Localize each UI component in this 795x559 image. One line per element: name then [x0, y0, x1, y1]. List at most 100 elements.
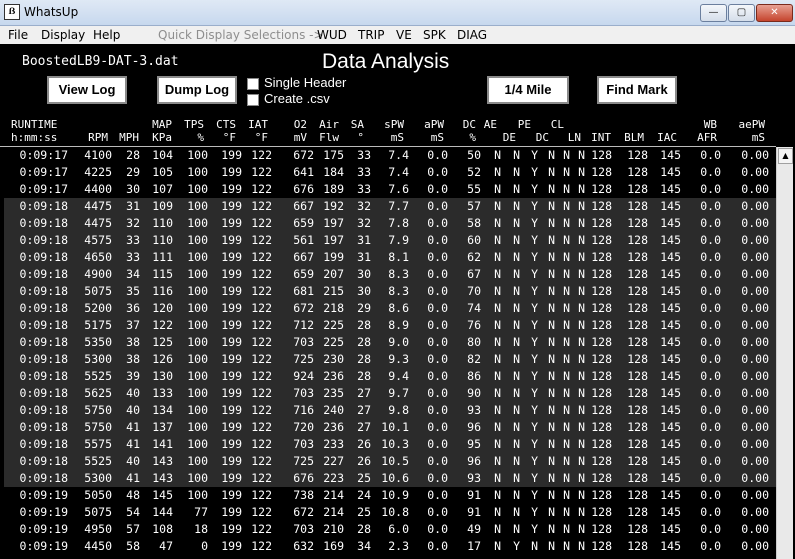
table-row[interactable]: 0:09:18 4575 33 110 100 199 122 561 197 31 7.9 0.0 6… [4, 232, 776, 249]
table-cell: 27 [357, 403, 371, 417]
table-cell: N [563, 199, 570, 213]
table-row[interactable]: 0:09:18 5200 36 120 100 199 122 672 218 29 8.6 0.0 7… [4, 300, 776, 317]
table-cell: 47 [159, 539, 173, 553]
table-cell: 24 [357, 488, 371, 502]
table-row[interactable]: 0:09:18 5525 39 130 100 199 122 924 236 28 9.4 0.0 8… [4, 368, 776, 385]
table-cell: N [548, 165, 555, 179]
table-cell: N [578, 522, 585, 536]
table-row[interactable]: 0:09:18 4650 33 111 100 199 122 667 199 31 8.1 0.0 6… [4, 249, 776, 266]
table-cell: 143 [152, 454, 173, 468]
table-cell: 0.00 [741, 471, 769, 485]
table-cell: 32 [126, 216, 140, 230]
table-cell: 214 [323, 488, 344, 502]
table-cell: 5200 [84, 301, 112, 315]
menu-ve[interactable]: VE [396, 28, 412, 42]
column-header-bottom: % [197, 131, 204, 144]
table-row[interactable]: 0:09:17 4400 30 107 100 199 122 676 189 33 7.6 0.0 5… [4, 181, 776, 198]
minimize-button[interactable]: — [700, 4, 727, 22]
column-header-bottom: mV [293, 131, 307, 144]
table-row[interactable]: 0:09:18 5175 37 122 100 199 122 712 225 28 8.9 0.0 7… [4, 317, 776, 334]
find-mark-button[interactable]: Find Mark [597, 76, 677, 104]
table-row[interactable]: 0:09:18 5750 40 134 100 199 122 716 240 27 9.8 0.0 9… [4, 402, 776, 419]
scroll-up-arrow-icon[interactable]: ▲ [778, 148, 793, 164]
table-cell: 82 [467, 352, 481, 366]
menu-wud[interactable]: WUD [317, 28, 347, 42]
table-cell: 41 [126, 420, 140, 434]
close-button[interactable]: ✕ [756, 4, 793, 22]
dump-log-button[interactable]: Dump Log [157, 76, 237, 104]
table-cell: 199 [221, 318, 242, 332]
table-cell: 0.00 [741, 505, 769, 519]
table-cell: 122 [251, 471, 272, 485]
table-cell: 145 [660, 454, 681, 468]
vertical-scrollbar[interactable]: ▲ [776, 147, 793, 559]
menu-diag[interactable]: DIAG [457, 28, 487, 42]
table-cell: 128 [591, 335, 612, 349]
table-cell: 128 [627, 437, 648, 451]
create-csv-checkbox[interactable] [247, 94, 259, 106]
table-row[interactable]: 0:09:19 5075 54 144 77 199 122 672 214 25 10.8 0.0 9… [4, 504, 776, 521]
menu-help[interactable]: Help [93, 28, 120, 42]
column-header-bottom: Flw [319, 131, 339, 144]
table-cell: 125 [152, 335, 173, 349]
table-row[interactable]: 0:09:18 4900 34 115 100 199 122 659 207 30 8.3 0.0 6… [4, 266, 776, 283]
table-cell: 122 [251, 352, 272, 366]
table-row[interactable]: 0:09:19 4950 57 108 18 199 122 703 210 28 6.0 0.0 49… [4, 521, 776, 538]
menu-trip[interactable]: TRIP [358, 28, 384, 42]
table-row[interactable]: 0:09:18 4475 32 110 100 199 122 659 197 32 7.8 0.0 5… [4, 215, 776, 232]
table-row[interactable]: 0:09:18 5300 38 126 100 199 122 725 230 28 9.3 0.0 8… [4, 351, 776, 368]
view-log-button[interactable]: View Log [47, 76, 127, 104]
table-cell: 128 [591, 369, 612, 383]
table-cell: 0:09:18 [19, 420, 68, 434]
table-cell: 145 [660, 233, 681, 247]
table-row[interactable]: 0:09:18 5075 35 116 100 199 122 681 215 30 8.3 0.0 7… [4, 283, 776, 300]
table-cell: 225 [323, 335, 344, 349]
table-cell: N [494, 267, 501, 281]
table-cell: 70 [467, 284, 481, 298]
table-cell: 58 [126, 539, 140, 553]
table-row[interactable]: 0:09:17 4225 29 105 100 199 122 641 184 33 7.4 0.0 5… [4, 164, 776, 181]
table-cell: 91 [467, 505, 481, 519]
table-cell: 128 [591, 148, 612, 162]
table-row[interactable]: 0:09:18 5575 41 141 100 199 122 703 233 26 10.3 0.0… [4, 436, 776, 453]
quarter-mile-button[interactable]: 1/4 Mile [487, 76, 569, 104]
table-cell: N [513, 233, 520, 247]
column-header-bottom: mS [751, 131, 765, 144]
table-cell: 144 [152, 505, 173, 519]
table-row[interactable]: 0:09:18 5750 41 137 100 199 122 720 236 27 10.1 0.0… [4, 419, 776, 436]
table-cell: 0.00 [741, 369, 769, 383]
table-row[interactable]: 0:09:18 5350 38 125 100 199 122 703 225 28 9.0 0.0 8… [4, 334, 776, 351]
data-grid[interactable]: 0:09:17 4100 28 104 100 199 122 672 175 33 7.4 0.0 5… [4, 147, 776, 559]
table-cell: 199 [221, 199, 242, 213]
menu-spk[interactable]: SPK [423, 28, 446, 42]
table-cell: N [578, 437, 585, 451]
table-cell: 0:09:18 [19, 233, 68, 247]
table-row[interactable]: 0:09:18 4475 31 109 100 199 122 667 192 32 7.7 0.0 5… [4, 198, 776, 215]
table-row[interactable]: 0:09:17 4100 28 104 100 199 122 672 175 33 7.4 0.0 5… [4, 147, 776, 164]
column-header-top: TPS [184, 118, 204, 131]
table-cell: 28 [126, 148, 140, 162]
table-row[interactable]: 0:09:18 5300 41 143 100 199 122 676 223 25 10.6 0.0… [4, 470, 776, 487]
table-cell: 128 [627, 216, 648, 230]
column-header-top: O2 [293, 118, 307, 131]
menu-display[interactable]: Display [41, 28, 85, 42]
table-cell: N [563, 301, 570, 315]
table-cell: N [578, 267, 585, 281]
table-row[interactable]: 0:09:19 5050 48 145 100 199 122 738 214 24 10.9 0.0… [4, 487, 776, 504]
table-cell: 100 [187, 301, 208, 315]
table-cell: 128 [591, 539, 612, 553]
menu-file[interactable]: File [8, 28, 28, 42]
table-cell: 29 [126, 165, 140, 179]
table-cell: 0.0 [700, 284, 721, 298]
maximize-button[interactable]: ▢ [728, 4, 755, 22]
table-cell: N [513, 420, 520, 434]
table-row[interactable]: 0:09:18 5625 40 133 100 199 122 703 235 27 9.7 0.0 9… [4, 385, 776, 402]
table-cell: N [548, 216, 555, 230]
table-cell: N [494, 471, 501, 485]
single-header-checkbox[interactable] [247, 78, 259, 90]
table-cell: 0.00 [741, 539, 769, 553]
table-cell: 34 [357, 539, 371, 553]
table-row[interactable]: 0:09:18 5525 40 143 100 199 122 725 227 26 10.5 0.0… [4, 453, 776, 470]
table-cell: 17 [467, 539, 481, 553]
table-row[interactable]: 0:09:19 4450 58 47 0 199 122 632 169 34 2.3 0.0 17 N Y… [4, 538, 776, 555]
